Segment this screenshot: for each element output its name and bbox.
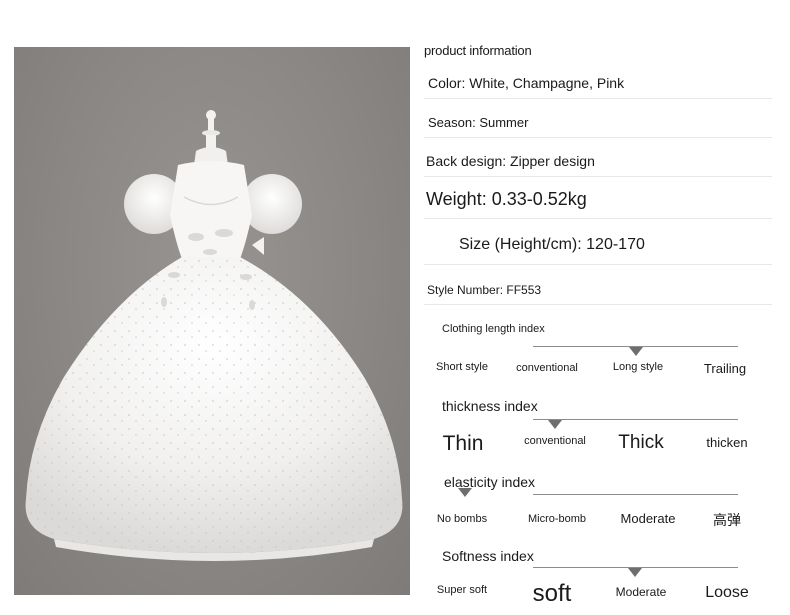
elasticity-index-scale (533, 494, 738, 495)
style-number-text: Style Number: FF553 (427, 283, 542, 297)
elasticity-label-moderate: Moderate (620, 511, 676, 526)
length-index-marker (629, 347, 643, 356)
softness-label-loose: Loose (705, 584, 749, 601)
style-number-row: Style Number: FF553 (424, 265, 772, 305)
elasticity-label-high: 高弹 (713, 513, 741, 529)
product-photo (14, 47, 410, 595)
thickness-index-scale (533, 419, 738, 420)
color-text: Color: White, Champagne, Pink (428, 75, 625, 91)
season-row: Season: Summer (424, 99, 772, 138)
season-text: Season: Summer (428, 115, 529, 130)
color-row: Color: White, Champagne, Pink (424, 60, 772, 99)
back-design-row: Back design: Zipper design (424, 138, 772, 177)
weight-text: Weight: 0.33-0.52kg (426, 189, 587, 209)
mannequin-top (194, 110, 228, 165)
elasticity-label-micro-bomb: Micro-bomb (527, 513, 587, 525)
length-label-conventional: conventional (516, 362, 578, 374)
thickness-index-marker (548, 420, 562, 429)
bodice (170, 161, 252, 259)
size-row: Size (Height/cm): 120-170 (424, 219, 772, 265)
length-index-title: Clothing length index (442, 323, 545, 335)
product-info-heading: product information (424, 43, 532, 58)
softness-label-soft: soft (532, 580, 572, 607)
thickness-label-thick: Thick (618, 432, 664, 453)
elasticity-index-marker (458, 488, 472, 497)
length-label-trailing: Trailing (703, 361, 747, 376)
softness-index-marker (628, 568, 642, 577)
softness-index-title: Softness index (442, 548, 534, 564)
softness-label-moderate: Moderate (615, 585, 667, 599)
thickness-label-conventional: conventional (524, 435, 586, 447)
size-text: Size (Height/cm): 120-170 (459, 236, 645, 253)
thickness-label-thicken: thicken (706, 435, 748, 450)
dress-illustration (25, 110, 403, 561)
thickness-label-thin: Thin (442, 432, 484, 455)
elasticity-label-no-bombs: No bombs (436, 513, 488, 525)
length-label-long: Long style (612, 361, 664, 373)
weight-row: Weight: 0.33-0.52kg (424, 177, 772, 219)
thickness-index-title: thickness index (442, 398, 538, 414)
softness-label-super-soft: Super soft (436, 584, 488, 596)
length-label-short: Short style (436, 361, 488, 373)
back-design-text: Back design: Zipper design (426, 153, 595, 169)
